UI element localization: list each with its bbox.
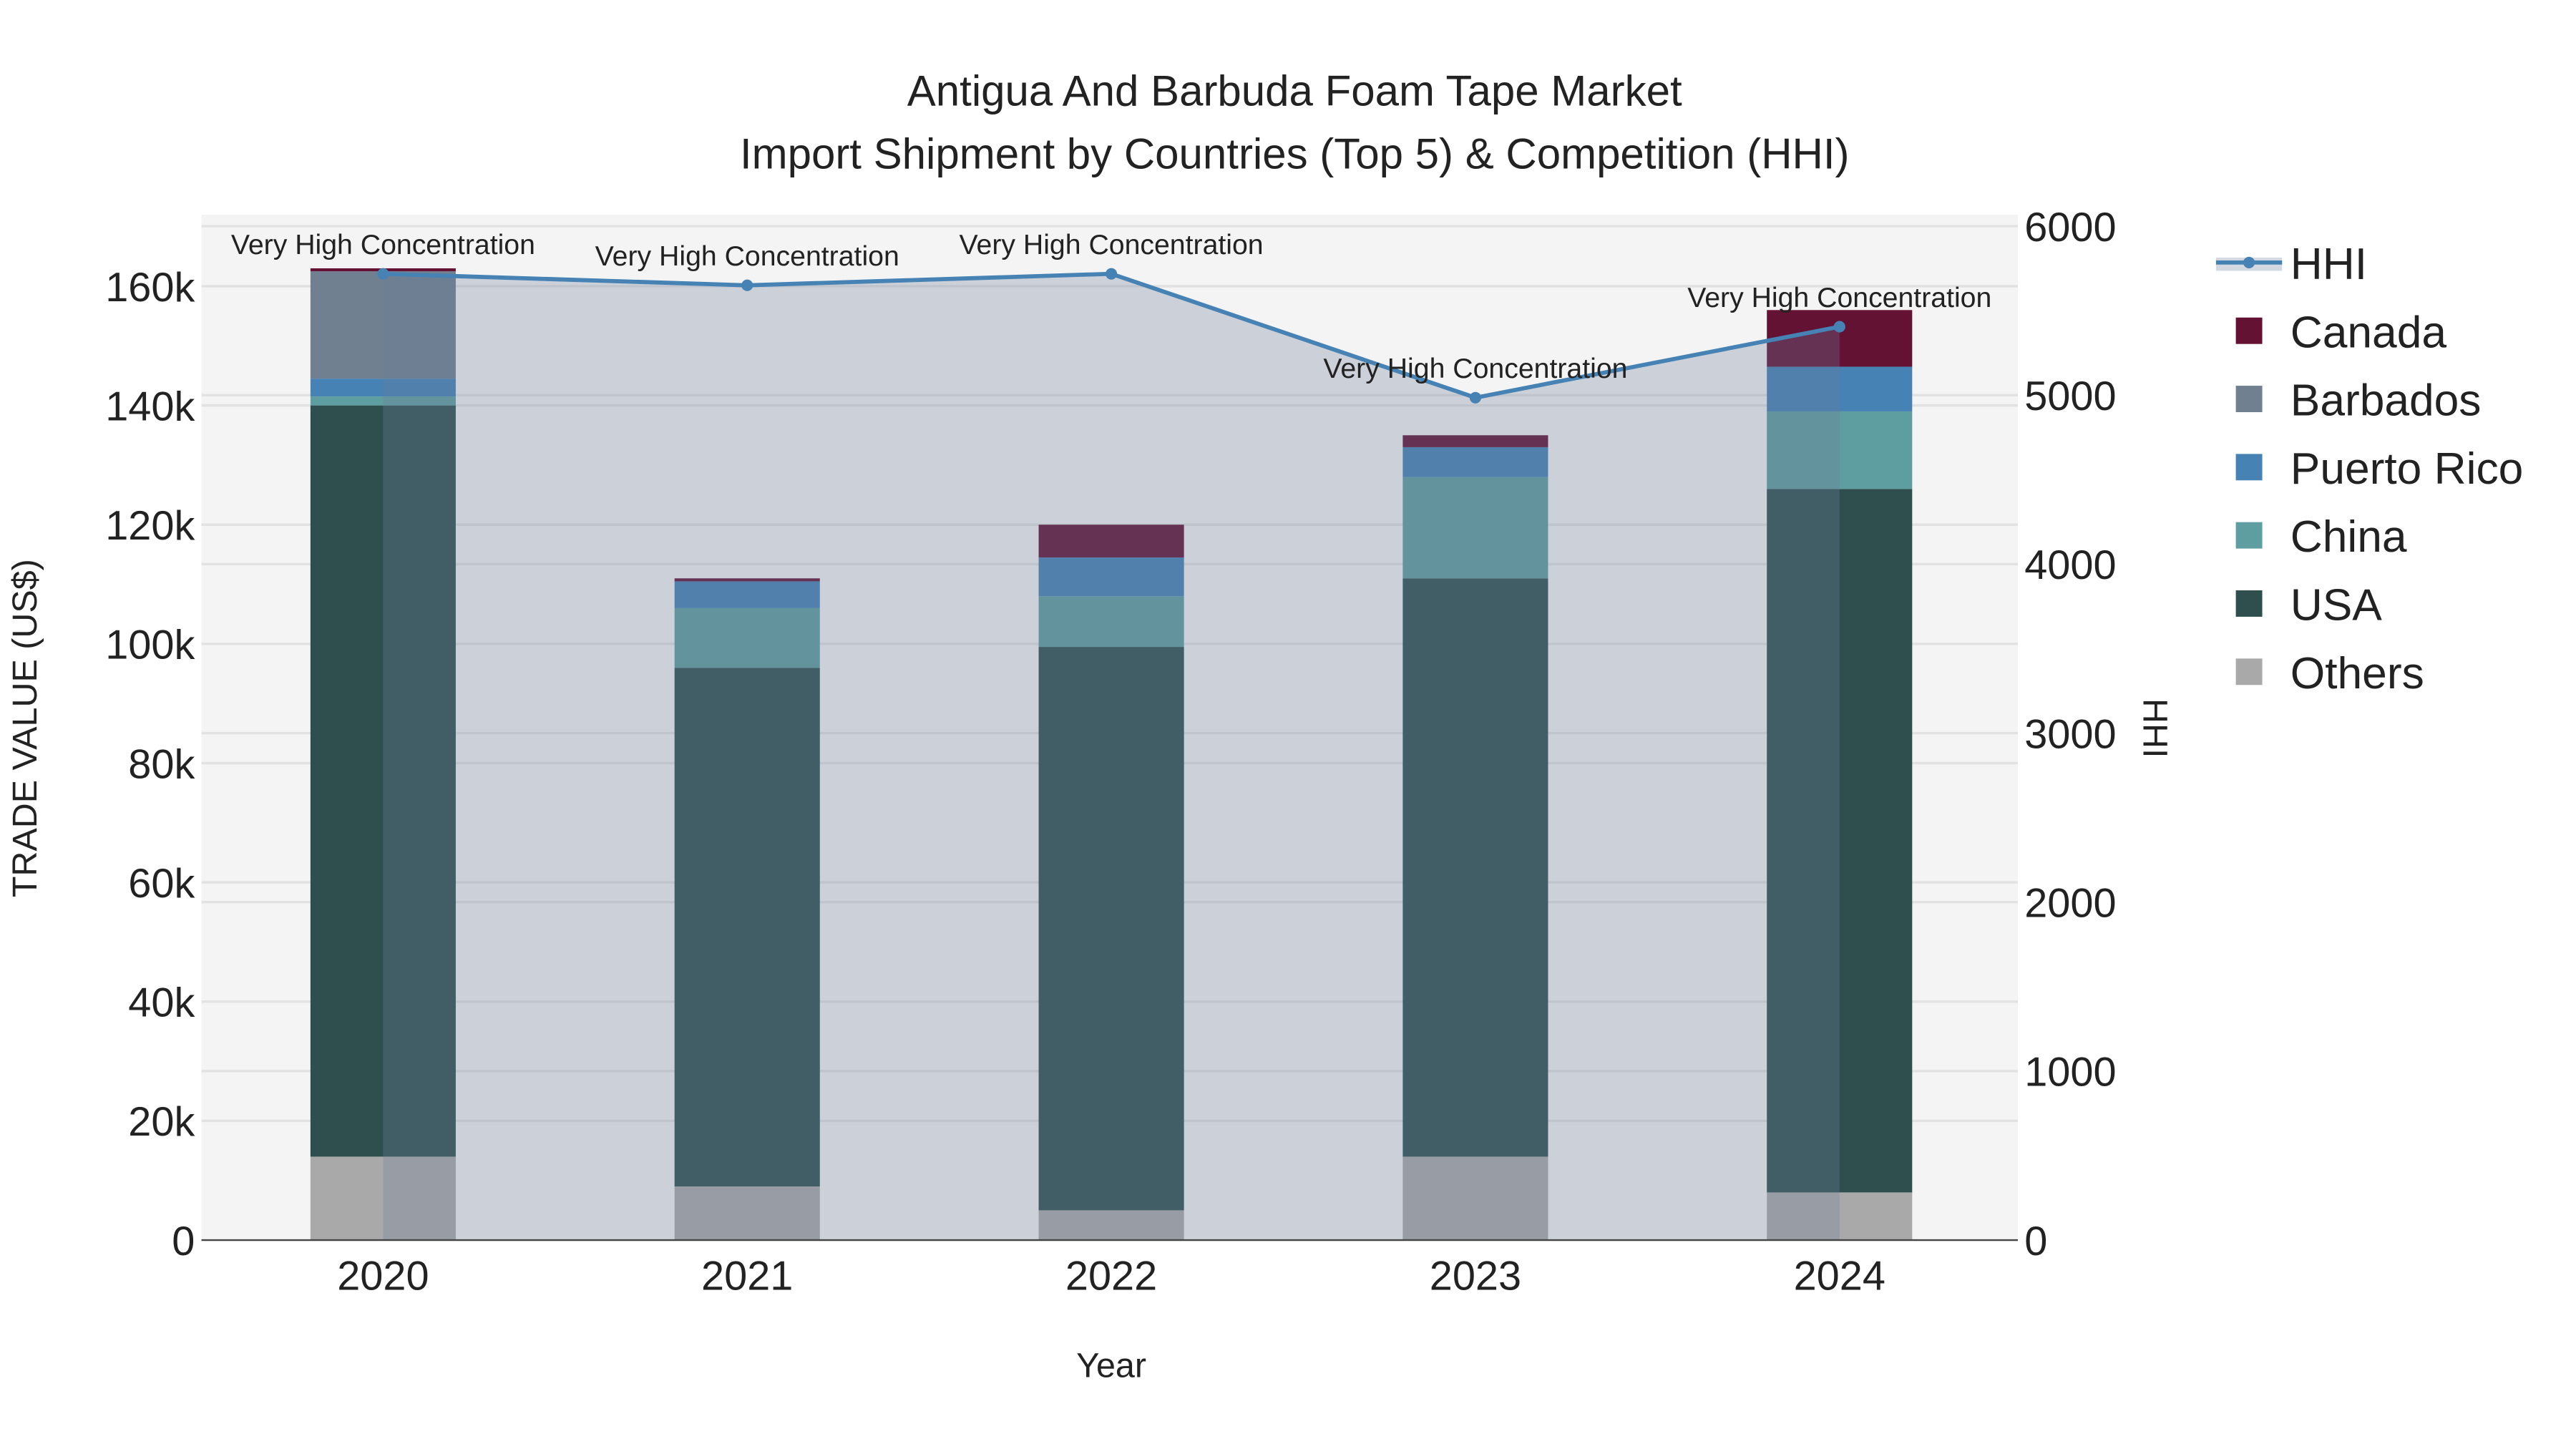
x-tick-label: 2021 xyxy=(701,1253,793,1299)
x-tick-label: 2022 xyxy=(1065,1253,1157,1299)
hhi-annotation: Very High Concentration xyxy=(1323,353,1627,384)
legend: HHI Canada Barbados Puerto Rico China USA Othe… xyxy=(2215,240,2523,698)
legend-swatch-barbados xyxy=(2235,386,2263,412)
hhi-point-2023 xyxy=(1469,391,1481,404)
y-tick-label: 80k xyxy=(128,741,195,787)
hhi-area xyxy=(383,273,1840,1241)
x-tick-label: 2024 xyxy=(1794,1253,1885,1299)
y2-tick-label: 4000 xyxy=(2024,542,2116,588)
y2-tick-label: 3000 xyxy=(2024,711,2116,757)
hhi-point-2020 xyxy=(377,268,389,280)
y2-tick-label: 2000 xyxy=(2024,881,2116,927)
legend-swatch-hhi-marker xyxy=(2243,256,2255,268)
y-axis-title: TRADE VALUE (US$) xyxy=(6,559,44,897)
hhi-annotation: Very High Concentration xyxy=(960,229,1264,260)
y2-tick-label: 1000 xyxy=(2024,1050,2116,1096)
chart-title-line2: Import Shipment by Countries (Top 5) & C… xyxy=(740,130,1850,177)
chart-title-line1: Antigua And Barbuda Foam Tape Market xyxy=(907,67,1682,115)
legend-label: Others xyxy=(2290,649,2424,698)
hhi-point-2022 xyxy=(1106,268,1118,280)
legend-label: Puerto Rico xyxy=(2290,444,2523,494)
y-tick-label: 160k xyxy=(105,265,195,311)
legend-label: USA xyxy=(2290,581,2383,630)
y2-axis-title: HHI xyxy=(2135,698,2174,758)
legend-swatch-china xyxy=(2235,522,2263,549)
legend-label: Barbados xyxy=(2290,376,2482,426)
y-tick-label: 40k xyxy=(128,980,195,1026)
hhi-point-2021 xyxy=(741,279,753,291)
y-tick-label: 60k xyxy=(128,861,195,907)
y-tick-label: 100k xyxy=(105,623,195,668)
legend-swatch-others xyxy=(2235,658,2263,686)
legend-swatch-canada xyxy=(2235,317,2263,344)
y-tick-label: 120k xyxy=(105,503,195,549)
x-axis-title: Year xyxy=(1076,1347,1146,1385)
y2-tick-label: 5000 xyxy=(2024,374,2116,419)
legend-label: HHI xyxy=(2290,240,2367,289)
hhi-annotation: Very High Concentration xyxy=(595,240,899,272)
chart: 0 20k 40k 60k 80k 100k 120k 140k 160k 0 1000 2000 30… xyxy=(6,67,2523,1385)
x-tick-label: 2023 xyxy=(1430,1253,1521,1299)
legend-label: China xyxy=(2290,512,2407,562)
legend-label: Canada xyxy=(2290,308,2447,357)
y-tick-label: 20k xyxy=(128,1099,195,1145)
legend-swatch-puerto-rico xyxy=(2235,454,2263,481)
y2-tick-label: 6000 xyxy=(2024,205,2116,250)
hhi-annotation: Very High Concentration xyxy=(231,229,535,260)
y-tick-label: 0 xyxy=(172,1219,195,1264)
x-tick-label: 2020 xyxy=(337,1253,429,1299)
legend-swatch-usa xyxy=(2235,590,2263,617)
y2-tick-label: 0 xyxy=(2024,1219,2047,1264)
hhi-annotation: Very High Concentration xyxy=(1687,282,1991,313)
hhi-point-2024 xyxy=(1833,321,1845,333)
y-tick-label: 140k xyxy=(105,384,195,429)
